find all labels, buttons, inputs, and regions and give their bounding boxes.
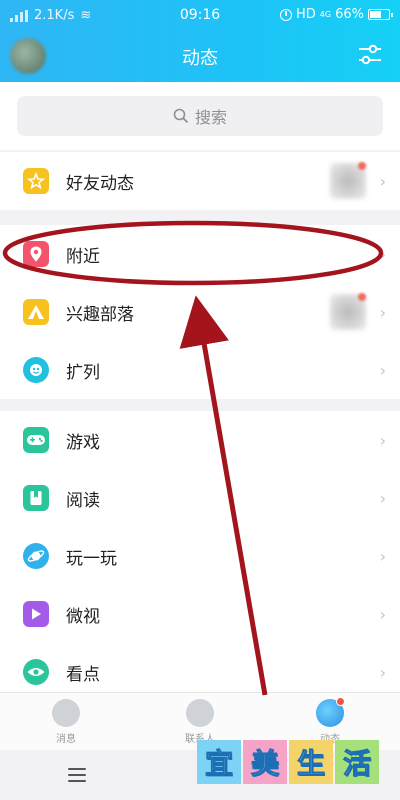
play-icon (23, 601, 49, 627)
tab-label: 消息 (56, 734, 76, 745)
new-dot (358, 162, 366, 170)
chevron-right-icon: › (379, 546, 386, 566)
list-item-label: 阅读 (66, 490, 100, 511)
list-item-label: 附近 (66, 246, 100, 267)
location-pin-icon (23, 241, 49, 267)
tent-icon (23, 299, 49, 325)
gamepad-icon (23, 427, 49, 453)
list-item-expand-list[interactable]: 扩列 › (0, 341, 400, 399)
tab-messages[interactable]: 消息 (36, 699, 96, 745)
list-item-reading[interactable]: 阅读 › (0, 469, 400, 527)
search-icon (173, 108, 189, 124)
watermark: 宜 美 生 活 (197, 740, 379, 784)
search-wrap: 搜索 (0, 82, 400, 150)
chevron-right-icon: › (379, 604, 386, 624)
list-item-games[interactable]: 游戏 › (0, 411, 400, 469)
list-item-nearby[interactable]: 附近 › (0, 225, 400, 283)
search-placeholder: 搜索 (194, 108, 227, 127)
group-friends: 好友动态 › (0, 152, 400, 210)
new-dot (358, 293, 366, 301)
chevron-right-icon: › (379, 302, 386, 322)
net-type: 4G (319, 10, 332, 19)
watermark-char: 宜 (197, 740, 241, 784)
search-input[interactable]: 搜索 (17, 96, 383, 136)
battery-text: 66% (335, 7, 364, 22)
watermark-char: 美 (243, 740, 287, 784)
list-item-interest-tribe[interactable]: 兴趣部落 › (0, 283, 400, 341)
chevron-right-icon: › (379, 244, 386, 264)
group-apps: 游戏 › 阅读 › 玩一玩 › 微视 › 看点 › (0, 411, 400, 701)
gamepad-face-icon (23, 357, 49, 383)
tab-feeds[interactable]: 动态 (300, 697, 360, 745)
page-title: 动态 (182, 48, 218, 69)
new-dot (336, 697, 345, 706)
group-social: 附近 › 兴趣部落 › 扩列 › (0, 225, 400, 399)
settings-sliders-icon[interactable] (358, 44, 382, 66)
list-item-label: 玩一玩 (66, 548, 117, 569)
chevron-right-icon: › (379, 171, 386, 191)
list-item-weishi[interactable]: 微视 › (0, 585, 400, 643)
alarm-icon (280, 8, 292, 21)
hd-label: HD (296, 7, 316, 22)
watermark-char: 生 (289, 740, 333, 784)
message-icon (52, 699, 80, 727)
eye-icon (23, 659, 49, 685)
star-icon (23, 168, 49, 194)
list-item-label: 游戏 (66, 432, 100, 453)
tab-contacts[interactable]: 联系人 (170, 699, 230, 745)
chevron-right-icon: › (379, 430, 386, 450)
list-item-play[interactable]: 玩一玩 › (0, 527, 400, 585)
status-right: HD 4G 66% (280, 7, 393, 22)
chevron-right-icon: › (379, 488, 386, 508)
list-item-label: 看点 (66, 664, 100, 685)
header: 2.1K/s ≋ 09:16 HD 4G 66% 动态 (0, 0, 400, 82)
book-icon (23, 485, 49, 511)
content: 搜索 好友动态 › 附近 › 兴趣部落 › 扩列 › 游戏 › 阅读 › 玩一玩… (0, 82, 400, 701)
planet-icon (23, 543, 49, 569)
list-item-label: 好友动态 (66, 173, 134, 194)
chevron-right-icon: › (379, 360, 386, 380)
menu-icon[interactable] (68, 768, 86, 782)
contacts-icon (186, 699, 214, 727)
battery-icon (368, 9, 393, 20)
watermark-char: 活 (335, 740, 379, 784)
list-item-label: 微视 (66, 606, 100, 627)
status-bar: 2.1K/s ≋ 09:16 HD 4G 66% (0, 0, 400, 30)
chevron-right-icon: › (379, 662, 386, 682)
list-item-label: 兴趣部落 (66, 304, 134, 325)
list-item-friends-feed[interactable]: 好友动态 › (0, 152, 400, 210)
list-item-label: 扩列 (66, 362, 100, 383)
